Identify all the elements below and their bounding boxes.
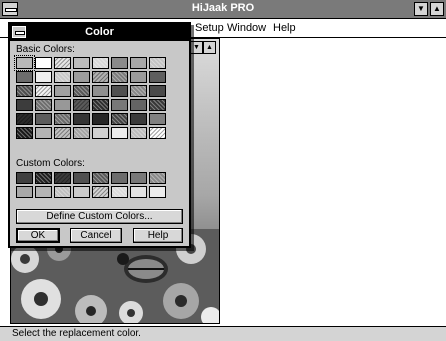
menu-setup[interactable]: Setup bbox=[195, 22, 224, 34]
basic-color-swatch[interactable] bbox=[111, 127, 128, 139]
help-button[interactable]: Help bbox=[133, 228, 183, 243]
basic-color-swatch[interactable] bbox=[149, 113, 166, 125]
basic-color-swatch[interactable] bbox=[73, 99, 90, 111]
dialog-system-menu-icon[interactable] bbox=[12, 26, 26, 38]
basic-color-swatch[interactable] bbox=[16, 99, 33, 111]
maximize-button[interactable]: ▲ bbox=[430, 2, 444, 16]
basic-color-swatch[interactable] bbox=[16, 127, 33, 139]
basic-color-swatch[interactable] bbox=[92, 71, 109, 83]
basic-color-swatch[interactable] bbox=[35, 127, 52, 139]
basic-color-swatch[interactable] bbox=[35, 113, 52, 125]
status-text: Select the replacement color. bbox=[12, 328, 141, 339]
basic-color-swatch[interactable] bbox=[16, 113, 33, 125]
basic-color-swatch[interactable] bbox=[16, 85, 33, 97]
basic-color-swatch[interactable] bbox=[35, 71, 52, 83]
basic-color-swatch[interactable] bbox=[130, 57, 147, 69]
scroll-up-button[interactable]: ▲ bbox=[203, 41, 216, 54]
custom-color-swatch[interactable] bbox=[130, 186, 147, 198]
basic-color-swatch[interactable] bbox=[35, 99, 52, 111]
scroll-down-button[interactable]: ▼ bbox=[190, 41, 203, 54]
custom-color-swatch[interactable] bbox=[130, 172, 147, 184]
basic-color-swatch[interactable] bbox=[54, 57, 71, 69]
custom-color-swatch[interactable] bbox=[35, 186, 52, 198]
custom-color-swatch[interactable] bbox=[92, 172, 109, 184]
basic-color-swatch[interactable] bbox=[149, 71, 166, 83]
define-custom-colors-button[interactable]: Define Custom Colors... bbox=[16, 209, 183, 224]
basic-color-swatch[interactable] bbox=[130, 99, 147, 111]
status-bar: Select the replacement color. bbox=[0, 326, 446, 341]
basic-color-swatch[interactable] bbox=[130, 113, 147, 125]
custom-color-swatch[interactable] bbox=[111, 172, 128, 184]
basic-color-swatch[interactable] bbox=[35, 57, 52, 69]
custom-color-swatch[interactable] bbox=[54, 172, 71, 184]
basic-color-swatch[interactable] bbox=[92, 127, 109, 139]
basic-color-swatch[interactable] bbox=[73, 71, 90, 83]
custom-colors-grid bbox=[16, 172, 166, 198]
basic-color-swatch[interactable] bbox=[73, 57, 90, 69]
basic-color-swatch[interactable] bbox=[73, 113, 90, 125]
basic-colors-label: Basic Colors: bbox=[16, 44, 75, 55]
custom-color-swatch[interactable] bbox=[92, 186, 109, 198]
document-scroll-buttons: ▼ ▲ bbox=[190, 40, 218, 54]
custom-color-swatch[interactable] bbox=[16, 172, 33, 184]
basic-colors-grid bbox=[14, 55, 166, 139]
menu-window[interactable]: Window bbox=[227, 22, 266, 34]
basic-color-swatch[interactable] bbox=[149, 57, 166, 69]
basic-color-swatch[interactable] bbox=[130, 85, 147, 97]
basic-color-swatch[interactable] bbox=[92, 57, 109, 69]
basic-color-swatch[interactable] bbox=[111, 85, 128, 97]
color-dialog: Color Basic Colors: Custom Colors: Defin… bbox=[8, 22, 191, 248]
basic-color-swatch[interactable] bbox=[111, 71, 128, 83]
custom-colors-label: Custom Colors: bbox=[16, 158, 85, 169]
cancel-button[interactable]: Cancel bbox=[70, 228, 122, 243]
basic-color-swatch[interactable] bbox=[111, 99, 128, 111]
basic-color-swatch[interactable] bbox=[73, 85, 90, 97]
custom-color-swatch[interactable] bbox=[111, 186, 128, 198]
custom-color-swatch[interactable] bbox=[149, 186, 166, 198]
basic-color-swatch[interactable] bbox=[130, 71, 147, 83]
basic-color-swatch[interactable] bbox=[111, 113, 128, 125]
basic-color-swatch[interactable] bbox=[54, 99, 71, 111]
dialog-title: Color bbox=[10, 24, 189, 41]
basic-color-swatch[interactable] bbox=[149, 99, 166, 111]
custom-color-swatch[interactable] bbox=[35, 172, 52, 184]
app-titlebar: HiJaak PRO ▼ ▲ bbox=[0, 0, 446, 19]
basic-color-swatch[interactable] bbox=[92, 85, 109, 97]
basic-color-swatch[interactable] bbox=[111, 57, 128, 69]
custom-color-swatch[interactable] bbox=[54, 186, 71, 198]
basic-color-swatch[interactable] bbox=[149, 127, 166, 139]
basic-color-swatch[interactable] bbox=[54, 113, 71, 125]
menu-help[interactable]: Help bbox=[273, 22, 296, 34]
basic-color-swatch[interactable] bbox=[16, 71, 33, 83]
custom-color-swatch[interactable] bbox=[73, 172, 90, 184]
basic-color-swatch[interactable] bbox=[73, 127, 90, 139]
custom-color-swatch[interactable] bbox=[149, 172, 166, 184]
ok-button[interactable]: OK bbox=[16, 228, 60, 243]
minimize-button[interactable]: ▼ bbox=[414, 2, 428, 16]
basic-color-swatch[interactable] bbox=[130, 127, 147, 139]
basic-color-swatch[interactable] bbox=[54, 85, 71, 97]
app-title: HiJaak PRO bbox=[191, 2, 255, 14]
basic-color-swatch[interactable] bbox=[149, 85, 166, 97]
basic-color-swatch[interactable] bbox=[92, 113, 109, 125]
custom-color-swatch[interactable] bbox=[16, 186, 33, 198]
basic-color-swatch[interactable] bbox=[35, 85, 52, 97]
basic-color-swatch[interactable] bbox=[14, 55, 35, 71]
basic-color-swatch[interactable] bbox=[54, 71, 71, 83]
custom-color-swatch[interactable] bbox=[73, 186, 90, 198]
basic-color-swatch[interactable] bbox=[54, 127, 71, 139]
basic-color-swatch[interactable] bbox=[92, 99, 109, 111]
